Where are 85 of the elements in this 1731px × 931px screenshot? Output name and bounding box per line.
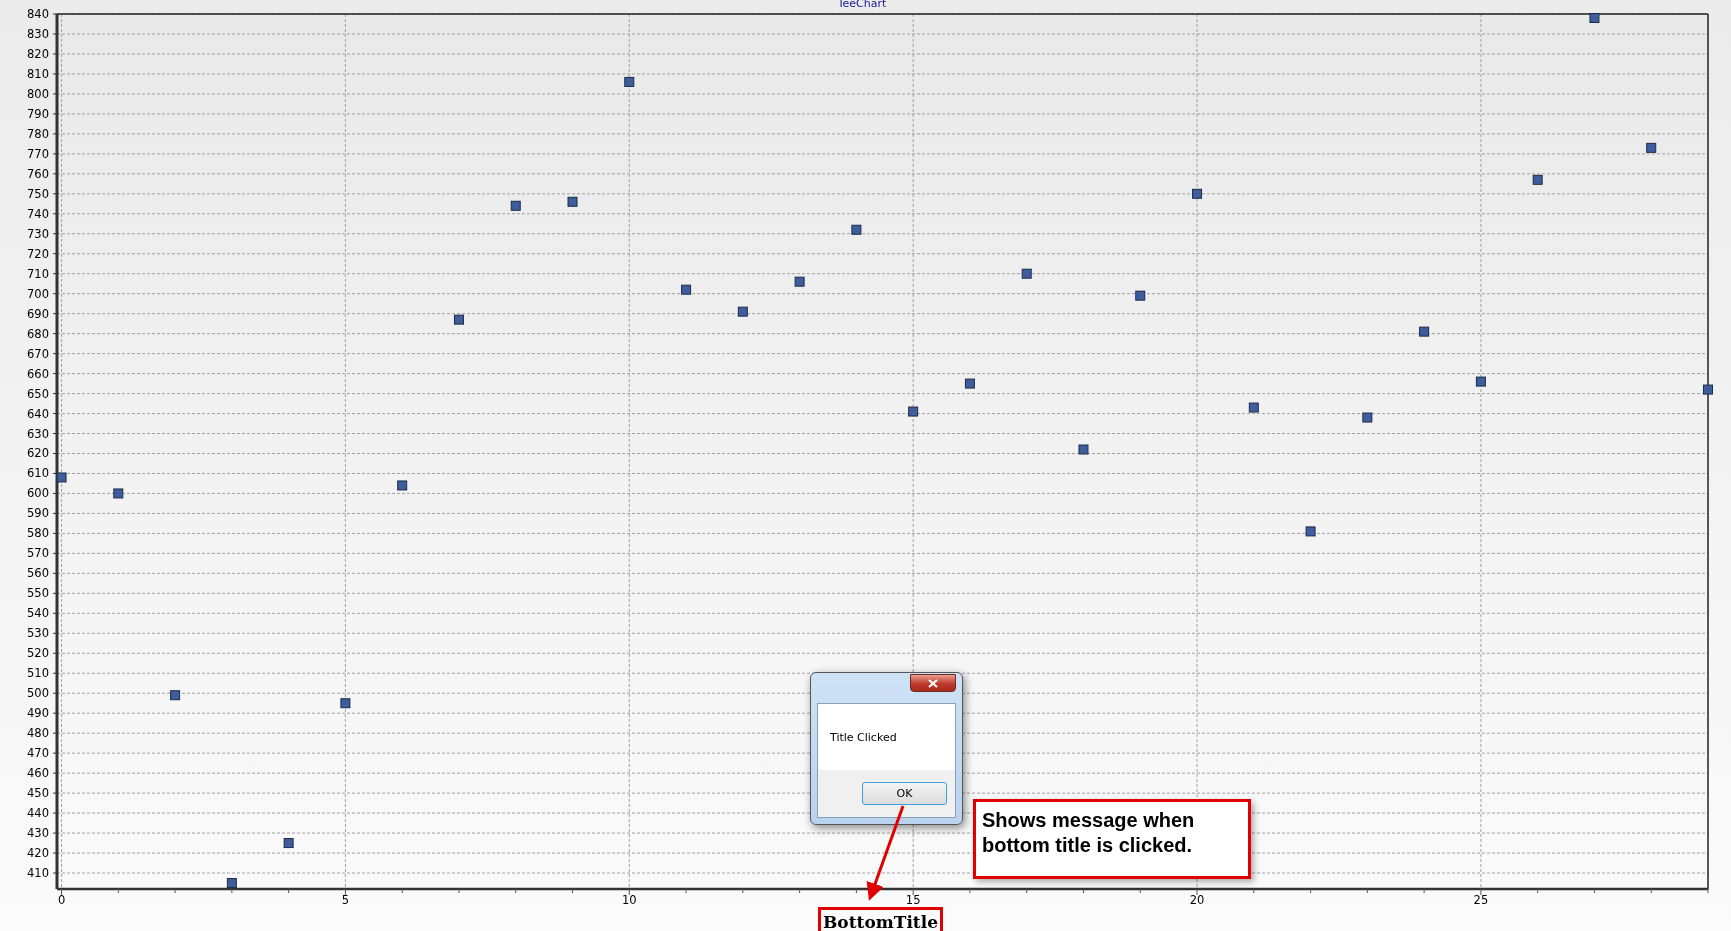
axis-label: 790 bbox=[27, 106, 49, 121]
axis-label: 25 bbox=[1473, 893, 1489, 907]
ok-button[interactable]: OK bbox=[862, 782, 947, 805]
data-point bbox=[226, 878, 237, 888]
data-point bbox=[1703, 384, 1713, 395]
axis-label: 830 bbox=[27, 27, 49, 41]
data-point bbox=[851, 224, 862, 235]
axis-label: 20 bbox=[1189, 893, 1205, 907]
axis-label: 450 bbox=[27, 786, 49, 801]
data-point bbox=[397, 480, 408, 491]
axis-label: 520 bbox=[27, 646, 49, 661]
data-point bbox=[1419, 326, 1430, 337]
axis-label: 740 bbox=[27, 206, 49, 221]
axis-label: 420 bbox=[27, 846, 49, 861]
axis-label: 650 bbox=[27, 386, 49, 401]
axis-label: 670 bbox=[27, 346, 49, 361]
axis-label: 15 bbox=[905, 893, 921, 907]
axis-label: 410 bbox=[27, 866, 49, 880]
data-point bbox=[340, 698, 351, 709]
data-point bbox=[1532, 174, 1543, 185]
axis-label: 730 bbox=[27, 226, 49, 241]
data-point bbox=[1362, 412, 1373, 423]
axis-label: 10 bbox=[621, 893, 637, 907]
axis-label: 800 bbox=[27, 86, 49, 101]
data-point bbox=[1078, 444, 1089, 455]
data-point bbox=[1192, 188, 1203, 199]
axis-label: 600 bbox=[27, 486, 49, 501]
axis-label: 660 bbox=[27, 366, 49, 381]
callout-note: Shows message when bottom title is clicked. bbox=[973, 799, 1251, 879]
axis-label: 750 bbox=[27, 186, 49, 201]
data-point bbox=[1248, 402, 1259, 413]
axis-label: 630 bbox=[27, 426, 49, 441]
axis-label: 470 bbox=[27, 746, 49, 761]
axis-label: 530 bbox=[27, 626, 49, 641]
axis-label: 510 bbox=[27, 666, 49, 681]
axis-label: 550 bbox=[27, 586, 49, 601]
axis-label: 610 bbox=[27, 466, 49, 481]
data-point bbox=[681, 284, 692, 295]
data-point bbox=[453, 314, 464, 325]
axis-label: 710 bbox=[27, 266, 49, 281]
close-button[interactable] bbox=[910, 674, 956, 692]
axis-label: 480 bbox=[27, 726, 49, 741]
axis-label: 640 bbox=[27, 406, 49, 421]
axis-label: 700 bbox=[27, 286, 49, 301]
axis-label: 760 bbox=[27, 166, 49, 181]
axis-label: 560 bbox=[27, 566, 49, 581]
data-point bbox=[1475, 376, 1486, 387]
axis-label: 430 bbox=[27, 826, 49, 841]
data-point bbox=[567, 196, 578, 207]
axis-label: 840 bbox=[27, 7, 49, 21]
axis-label: 720 bbox=[27, 246, 49, 261]
data-point bbox=[283, 838, 294, 849]
data-point bbox=[737, 306, 748, 317]
data-point bbox=[1135, 290, 1146, 301]
data-point bbox=[908, 406, 919, 417]
axis-label: 570 bbox=[27, 546, 49, 561]
axis-label: 5 bbox=[341, 893, 350, 907]
data-point bbox=[1305, 526, 1316, 537]
data-point bbox=[964, 378, 975, 389]
axis-label: 680 bbox=[27, 326, 49, 341]
close-icon bbox=[928, 678, 938, 688]
axis-label: 490 bbox=[27, 706, 49, 721]
data-point bbox=[794, 276, 805, 287]
message-text: Title Clicked bbox=[830, 730, 897, 744]
data-point bbox=[1589, 13, 1600, 23]
axis-label: 820 bbox=[27, 46, 49, 61]
axis-label: 770 bbox=[27, 146, 49, 161]
axis-label: 590 bbox=[27, 506, 49, 521]
axis-label: 580 bbox=[27, 526, 49, 541]
axis-label: 810 bbox=[27, 66, 49, 81]
data-point bbox=[1646, 142, 1657, 153]
axis-label: 540 bbox=[27, 606, 49, 621]
data-point bbox=[624, 76, 635, 87]
axis-label: 690 bbox=[27, 306, 49, 321]
data-point bbox=[170, 690, 181, 701]
axis-label: 0 bbox=[57, 893, 66, 907]
axis-label: 460 bbox=[27, 766, 49, 781]
data-point bbox=[113, 488, 124, 499]
axis-label: 780 bbox=[27, 126, 49, 141]
axis-label: 440 bbox=[27, 806, 49, 821]
data-point bbox=[510, 200, 521, 211]
axis-label: 500 bbox=[27, 686, 49, 701]
axis-label: 620 bbox=[27, 446, 49, 461]
data-point bbox=[1021, 268, 1032, 279]
axis-title[interactable]: BottomTitle bbox=[818, 907, 943, 931]
